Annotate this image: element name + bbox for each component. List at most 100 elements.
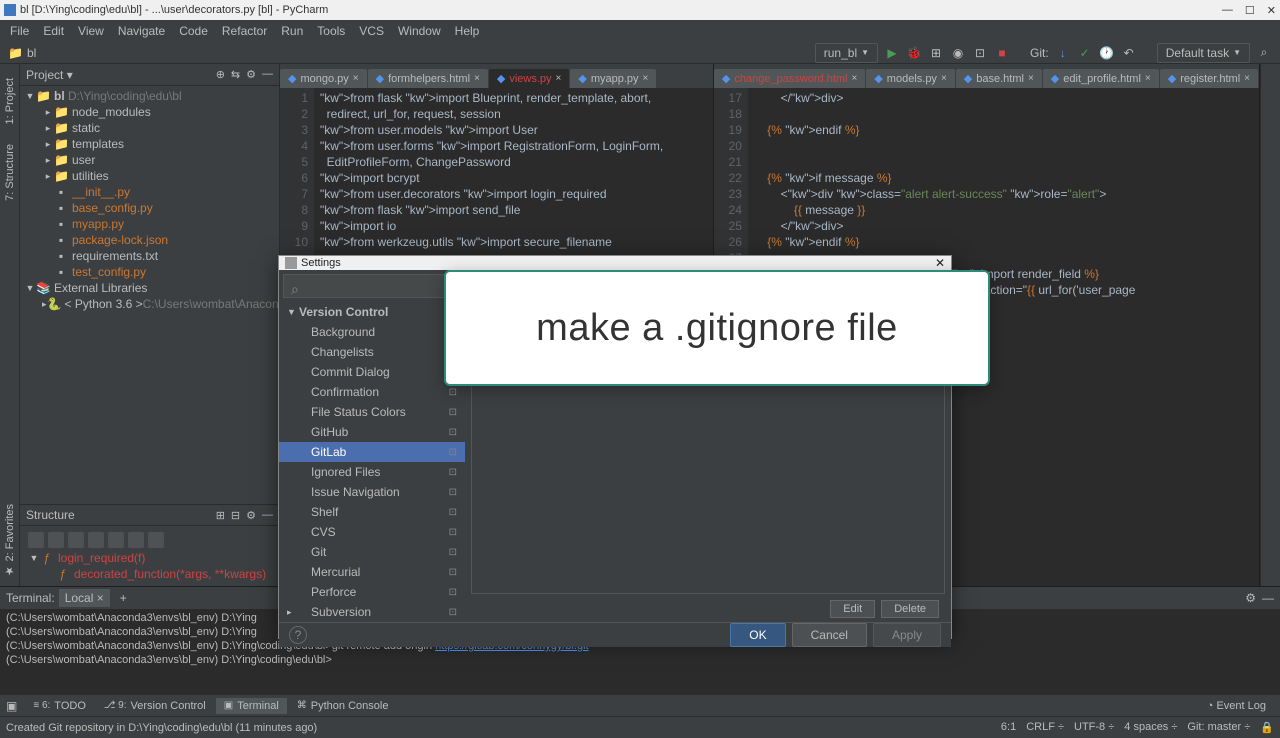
edit-button[interactable]: Edit	[830, 600, 875, 618]
gear-icon[interactable]: ⚙	[246, 509, 256, 522]
hide-icon[interactable]: —	[1262, 591, 1274, 605]
editor-tab[interactable]: ◆change_password.html×	[714, 69, 865, 88]
expand-icon[interactable]: ⊞	[216, 509, 225, 522]
menu-tools[interactable]: Tools	[311, 22, 351, 40]
dialog-close-button[interactable]: ✕	[935, 256, 945, 270]
concurrency-button[interactable]: ⊡	[972, 45, 988, 61]
tree-item[interactable]: ▪myapp.py	[20, 216, 279, 232]
settings-item-perforce[interactable]: Perforce⊡	[279, 582, 465, 602]
cancel-button[interactable]: Cancel	[792, 623, 867, 647]
settings-item-commit-dialog[interactable]: Commit Dialog	[279, 362, 465, 382]
run-config-selector[interactable]: run_bl ▼	[815, 43, 878, 63]
collapse-all-icon[interactable]: ⊟	[231, 509, 240, 522]
settings-item-version-control[interactable]: ▼ Version Control	[279, 302, 465, 322]
help-button[interactable]: ?	[289, 626, 307, 644]
tree-item[interactable]: ▸📁templates	[20, 136, 279, 152]
target-icon[interactable]: ⊕	[216, 68, 225, 81]
settings-item-shelf[interactable]: Shelf⊡	[279, 502, 465, 522]
menu-edit[interactable]: Edit	[37, 22, 70, 40]
structure-item[interactable]: ▼ƒlogin_required(f)	[24, 550, 275, 566]
line-separator[interactable]: CRLF ÷	[1026, 721, 1064, 734]
settings-item-confirmation[interactable]: Confirmation⊡	[279, 382, 465, 402]
settings-item-mercurial[interactable]: Mercurial⊡	[279, 562, 465, 582]
tree-item[interactable]: ▪__init__.py	[20, 184, 279, 200]
menu-view[interactable]: View	[72, 22, 110, 40]
external-libraries[interactable]: ▼📚External Libraries	[20, 280, 279, 296]
settings-item-cvs[interactable]: CVS⊡	[279, 522, 465, 542]
tree-item[interactable]: ▸📁utilities	[20, 168, 279, 184]
settings-search-input[interactable]	[283, 274, 461, 298]
tree-item[interactable]: ▪base_config.py	[20, 200, 279, 216]
tw-toggle[interactable]: ▣	[6, 699, 17, 713]
favorites-tool-button[interactable]: ★ 2: Favorites	[3, 504, 16, 578]
project-root[interactable]: ▼ 📁 bl D:\Ying\coding\edu\bl	[20, 88, 279, 104]
indent-info[interactable]: 4 spaces ÷	[1124, 721, 1177, 734]
menu-navigate[interactable]: Navigate	[112, 22, 171, 40]
settings-item-issue-navigation[interactable]: Issue Navigation⊡	[279, 482, 465, 502]
editor-tab[interactable]: ◆edit_profile.html×	[1043, 69, 1159, 88]
minimize-button[interactable]: —	[1222, 4, 1233, 17]
struct-btn[interactable]	[128, 532, 144, 548]
profile-button[interactable]: ◉	[950, 45, 966, 61]
struct-btn[interactable]	[48, 532, 64, 548]
menu-help[interactable]: Help	[449, 22, 486, 40]
struct-btn[interactable]	[68, 532, 84, 548]
structure-item[interactable]: ƒdecorated_function(*args, **kwargs)	[24, 566, 275, 582]
task-selector[interactable]: Default task ▼	[1157, 43, 1250, 63]
python-sdk[interactable]: ▸🐍< Python 3.6 > C:\Users\wombat\Anacond…	[20, 296, 279, 312]
editor-tab[interactable]: ◆register.html×	[1160, 69, 1258, 88]
run-button[interactable]: ▶	[884, 45, 900, 61]
struct-btn[interactable]	[28, 532, 44, 548]
delete-button[interactable]: Delete	[881, 600, 939, 618]
editor-tab[interactable]: ◆base.html×	[956, 69, 1042, 88]
settings-item-git[interactable]: Git⊡	[279, 542, 465, 562]
editor-tab[interactable]: ◆views.py×	[489, 69, 570, 88]
struct-btn[interactable]	[108, 532, 124, 548]
tool-window-python-console[interactable]: ⌘Python Console	[289, 698, 397, 714]
menu-window[interactable]: Window	[392, 22, 447, 40]
event-log-button[interactable]: ◔ Event Log	[1199, 698, 1274, 714]
struct-btn[interactable]	[148, 532, 164, 548]
menu-code[interactable]: Code	[173, 22, 214, 40]
file-encoding[interactable]: UTF-8 ÷	[1074, 721, 1114, 734]
git-branch[interactable]: Git: master ÷	[1187, 721, 1250, 734]
coverage-button[interactable]: ⊞	[928, 45, 944, 61]
ok-button[interactable]: OK	[730, 623, 785, 647]
editor-tab[interactable]: ◆formhelpers.html×	[368, 69, 488, 88]
vcs-update-button[interactable]: ↓	[1055, 45, 1071, 61]
settings-item-gitlab[interactable]: GitLab⊡	[279, 442, 465, 462]
project-tree[interactable]: ▼ 📁 bl D:\Ying\coding\edu\bl ▸📁node_modu…	[20, 86, 279, 504]
stop-button[interactable]: ■	[994, 45, 1010, 61]
tree-item[interactable]: ▪test_config.py	[20, 264, 279, 280]
vcs-commit-button[interactable]: ✓	[1077, 45, 1093, 61]
lock-icon[interactable]: 🔒	[1260, 721, 1274, 734]
editor-tab[interactable]: ◆myapp.py×	[570, 69, 656, 88]
breadcrumb[interactable]: bl	[27, 46, 36, 60]
tree-item[interactable]: ▸📁node_modules	[20, 104, 279, 120]
tree-item[interactable]: ▪requirements.txt	[20, 248, 279, 264]
settings-item-changelists[interactable]: Changelists	[279, 342, 465, 362]
tree-item[interactable]: ▪package-lock.json	[20, 232, 279, 248]
debug-button[interactable]: 🐞	[906, 45, 922, 61]
hide-icon[interactable]: —	[262, 509, 273, 522]
collapse-icon[interactable]: ⇆	[231, 68, 240, 81]
tree-item[interactable]: ▸📁static	[20, 120, 279, 136]
settings-item-github[interactable]: GitHub⊡	[279, 422, 465, 442]
settings-item-subversion[interactable]: ▸ Subversion⊡	[279, 602, 465, 622]
maximize-button[interactable]: ☐	[1245, 4, 1255, 17]
struct-btn[interactable]	[88, 532, 104, 548]
tool-window-terminal[interactable]: ▣Terminal	[216, 698, 287, 714]
gear-icon[interactable]: ⚙	[246, 68, 256, 81]
apply-button[interactable]: Apply	[873, 623, 941, 647]
vcs-revert-button[interactable]: ↶	[1121, 45, 1137, 61]
close-button[interactable]: ✕	[1267, 4, 1276, 17]
settings-item-ignored-files[interactable]: Ignored Files⊡	[279, 462, 465, 482]
hide-icon[interactable]: —	[262, 68, 273, 81]
settings-item-file-status-colors[interactable]: File Status Colors⊡	[279, 402, 465, 422]
menu-run[interactable]: Run	[275, 22, 309, 40]
settings-tree[interactable]: ▼ Version ControlBackgroundChangelistsCo…	[279, 302, 465, 622]
menu-vcs[interactable]: VCS	[353, 22, 390, 40]
editor-tab[interactable]: ◆mongo.py×	[280, 69, 367, 88]
terminal-add-tab[interactable]: +	[114, 589, 133, 607]
menu-refactor[interactable]: Refactor	[216, 22, 273, 40]
